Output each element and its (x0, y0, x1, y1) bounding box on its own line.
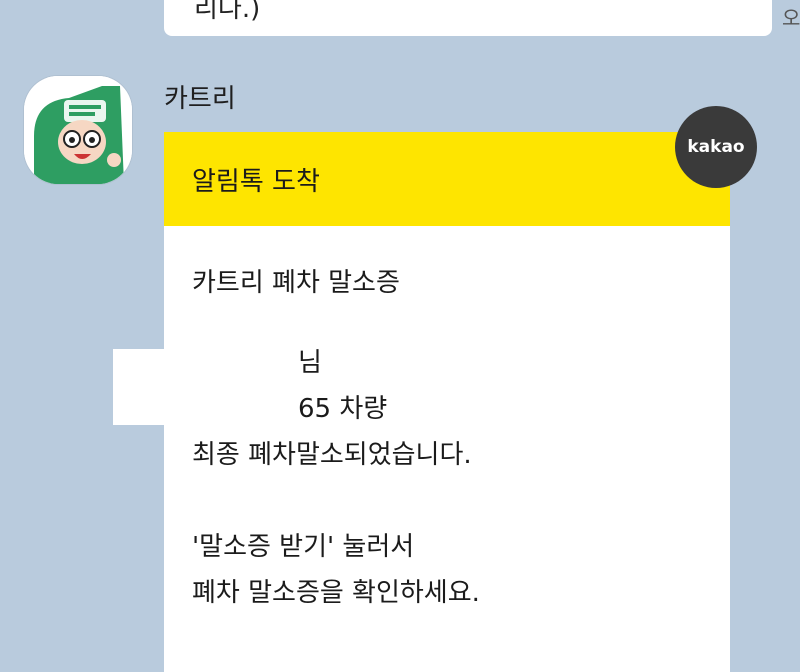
card-header: 알림톡 도착 (164, 132, 730, 226)
redaction-overlay (113, 349, 188, 425)
card-body: 카트리 폐차 말소증 님 65 차량 최종 폐차말소되었습니다. '말소증 받기… (164, 226, 730, 616)
previous-message-text: 리다.) (194, 0, 261, 24)
previous-message-side-mark: 오 (782, 6, 800, 30)
card-title: 카트리 폐차 말소증 (192, 268, 400, 298)
vehicle-number: 65 차량 (298, 394, 388, 424)
alimtalk-card: 알림톡 도착 카트리 폐차 말소증 님 65 차량 최종 폐차말소되었습니다. … (164, 132, 730, 672)
status-message: 최종 폐차말소되었습니다. (192, 440, 472, 470)
previous-message-bubble: 리다.) (164, 0, 772, 36)
cartoon-mascot-icon (24, 76, 132, 184)
kakao-badge-label: kakao (687, 137, 745, 157)
sender-name: 카트리 (164, 84, 236, 114)
card-header-text: 알림톡 도착 (192, 166, 320, 197)
instruction-line-2: 폐차 말소증을 확인하세요. (192, 578, 480, 608)
recipient-name-suffix: 님 (298, 348, 322, 378)
sender-avatar[interactable] (24, 76, 132, 184)
instruction-line-1: '말소증 받기' 눌러서 (192, 532, 415, 562)
kakao-badge: kakao (675, 106, 757, 188)
